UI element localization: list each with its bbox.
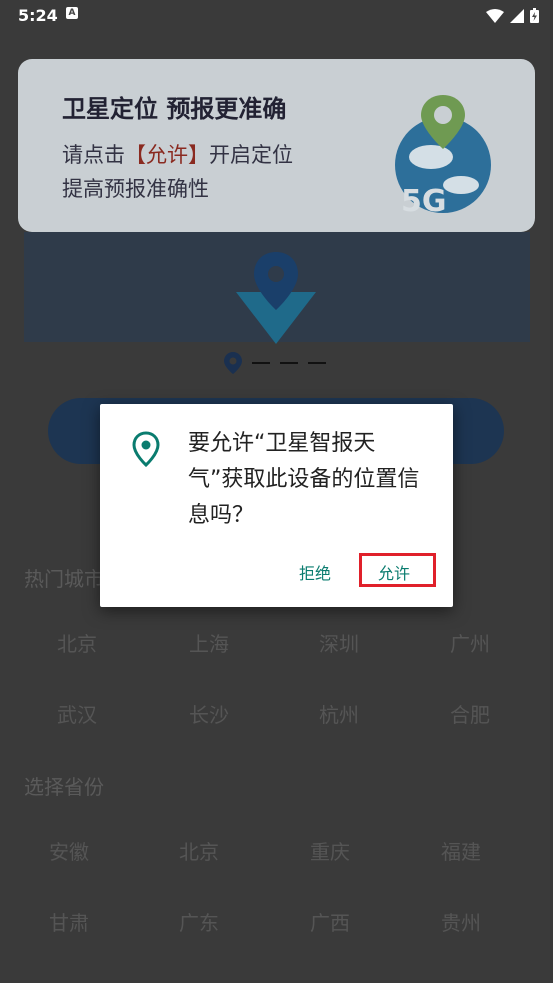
dialog-message: 要允许“卫星智报天气”获取此设备的位置信息吗？: [188, 431, 420, 528]
allow-button[interactable]: 允许: [378, 560, 410, 584]
location-icon: [132, 431, 160, 467]
deny-button[interactable]: 拒绝: [299, 560, 331, 584]
location-permission-dialog: 要允许“卫星智报天气”获取此设备的位置信息吗？ 拒绝 允许: [100, 404, 453, 607]
